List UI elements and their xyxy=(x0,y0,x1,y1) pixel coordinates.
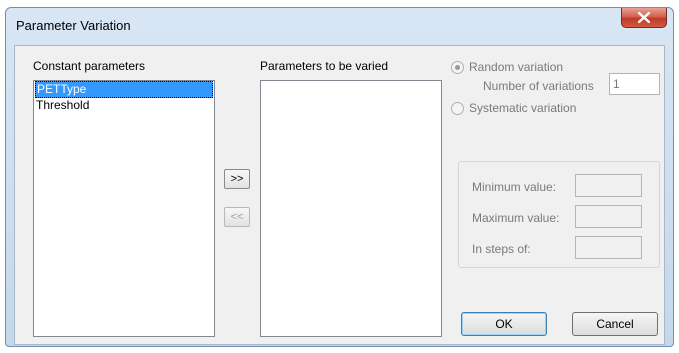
systematic-settings-group: Minimum value: Maximum value: In steps o… xyxy=(458,161,660,268)
remove-from-varied-button[interactable]: << xyxy=(224,207,250,227)
maximum-value-field[interactable] xyxy=(575,205,642,228)
number-of-variations-label: Number of variations xyxy=(483,79,594,93)
list-item[interactable]: Threshold xyxy=(34,98,214,113)
cancel-button[interactable]: Cancel xyxy=(572,312,658,336)
random-variation-label: Random variation xyxy=(469,60,564,74)
close-icon xyxy=(638,12,650,23)
title-bar[interactable]: Parameter Variation xyxy=(6,8,673,38)
add-to-varied-button[interactable]: >> xyxy=(224,169,250,189)
minimum-value-field[interactable] xyxy=(575,174,642,197)
minimum-value-label: Minimum value: xyxy=(472,180,557,194)
ok-button[interactable]: OK xyxy=(461,312,547,336)
list-item[interactable]: PETType xyxy=(35,81,213,98)
varied-parameters-label: Parameters to be varied xyxy=(260,59,389,73)
dialog-body: Constant parameters PETType Threshold >> … xyxy=(14,45,665,345)
systematic-variation-radio[interactable] xyxy=(451,102,464,115)
varied-parameters-list[interactable] xyxy=(260,80,442,337)
window-title: Parameter Variation xyxy=(16,18,131,33)
maximum-value-label: Maximum value: xyxy=(472,211,560,225)
close-button[interactable] xyxy=(621,8,667,28)
random-variation-radio[interactable] xyxy=(451,61,464,74)
number-of-variations-field[interactable]: 1 xyxy=(609,73,660,95)
radio-selected-dot xyxy=(455,65,460,70)
steps-field[interactable] xyxy=(575,236,642,259)
constant-parameters-label: Constant parameters xyxy=(33,59,146,73)
dialog-window: Parameter Variation Constant parameters … xyxy=(5,7,674,347)
systematic-variation-label: Systematic variation xyxy=(469,101,577,115)
steps-label: In steps of: xyxy=(472,242,531,256)
constant-parameters-list[interactable]: PETType Threshold xyxy=(33,80,215,337)
